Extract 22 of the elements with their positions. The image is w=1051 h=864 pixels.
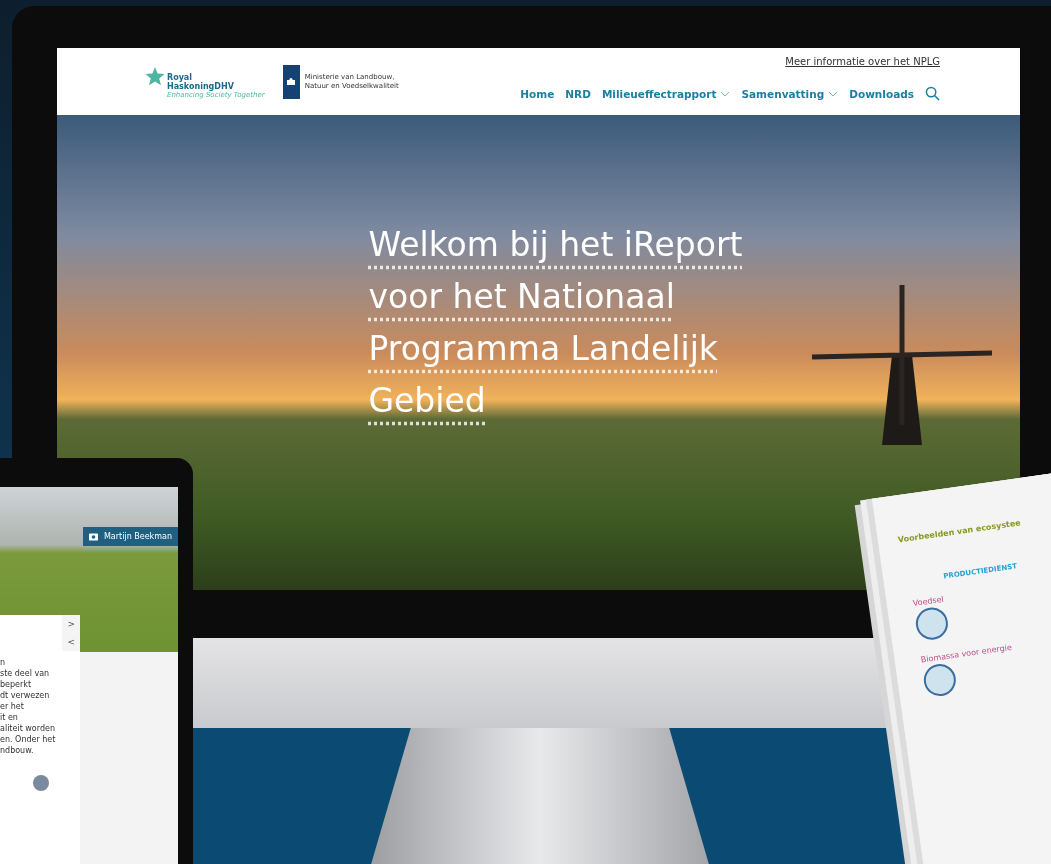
info-link[interactable]: Meer informatie over het NPLG (785, 56, 940, 67)
previous-button[interactable]: < (62, 633, 80, 651)
search-icon[interactable] (925, 86, 940, 101)
service-label: Biomassa voor energie (920, 642, 1013, 665)
crest-logo-icon (282, 64, 300, 99)
photo-credit: Martijn Beekman (82, 527, 178, 546)
nav-link[interactable]: Milieueffectrapport (601, 87, 731, 100)
nav-link[interactable]: Samenvatting (741, 87, 839, 100)
text-paragraph: n ste deel van beperkt dt verwezen er het it en aliteit worden en. Onder het ndbouw. (0, 657, 57, 756)
circle-icon[interactable] (33, 775, 49, 791)
nav-link[interactable]: Downloads (849, 87, 914, 100)
service-label: Voedsel (912, 594, 945, 608)
next-button[interactable]: > (62, 615, 80, 633)
brochure-title: Voorbeelden van ecosystee (897, 517, 1023, 545)
chevron-down-icon (828, 90, 839, 97)
camera-icon (88, 532, 98, 541)
hero-title: Welkom bij het iReport voor het Nationaal Programma Landelijk Gebied (368, 223, 744, 422)
nav-link[interactable]: NRD (565, 87, 591, 100)
chevron-down-icon (720, 90, 731, 97)
brand-name: HaskoningDHV (167, 81, 235, 91)
nav-link[interactable]: Home (520, 87, 555, 100)
brand-name: Royal (167, 72, 192, 82)
